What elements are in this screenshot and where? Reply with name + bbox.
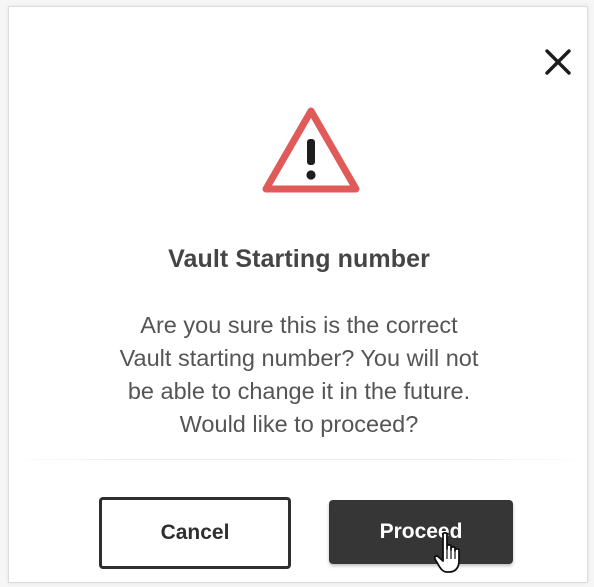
warning-triangle-icon	[262, 107, 360, 193]
close-icon	[545, 49, 571, 75]
proceed-button[interactable]: Proceed	[329, 500, 513, 564]
dialog-title: Vault Starting number	[168, 245, 430, 273]
divider	[9, 459, 589, 460]
warning-icon-container	[260, 105, 362, 197]
message-line: Vault starting number? You will not	[119, 345, 479, 371]
message-line: Would like to proceed?	[179, 411, 419, 437]
close-button[interactable]	[541, 45, 575, 79]
dialog-message: Are you sure this is the correct Vault s…	[49, 309, 549, 441]
cancel-button[interactable]: Cancel	[99, 497, 291, 569]
confirmation-dialog: Vault Starting number Are you sure this …	[8, 6, 589, 583]
message-line: Are you sure this is the correct	[140, 312, 458, 338]
screen: Vault Starting number Are you sure this …	[0, 0, 594, 587]
message-line: be able to change it in the future.	[127, 378, 471, 404]
